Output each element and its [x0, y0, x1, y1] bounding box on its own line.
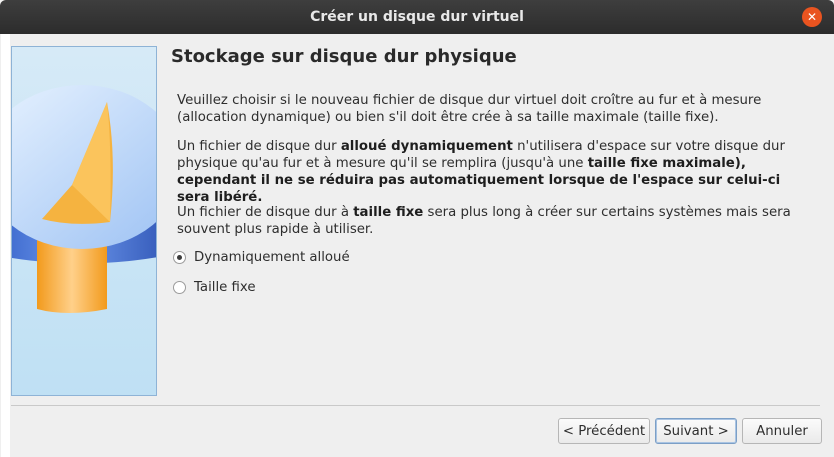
- left-edge: [1, 34, 10, 457]
- page-title: Stockage sur disque dur physique: [171, 46, 517, 67]
- dynamic-desc-bold1: alloué dynamiquement: [340, 139, 513, 154]
- close-button[interactable]: ✕: [802, 7, 822, 27]
- radio-dynamic-indicator[interactable]: [173, 251, 186, 264]
- radio-dynamic-label: Dynamiquement alloué: [194, 250, 350, 265]
- next-button[interactable]: Suivant >: [655, 418, 737, 444]
- radio-fixed[interactable]: Taille fixe: [173, 280, 256, 295]
- disk-illustration-icon: [12, 85, 156, 313]
- radio-fixed-label: Taille fixe: [194, 280, 256, 295]
- fixed-desc-part1: Un fichier de disque dur à: [177, 205, 354, 220]
- button-separator: [11, 405, 820, 406]
- wizard-banner: [11, 46, 157, 396]
- title-bar: Créer un disque dur virtuel ✕: [0, 0, 834, 34]
- fixed-description: Un fichier de disque dur à taille fixe s…: [177, 204, 817, 238]
- dynamic-desc-part1: Un fichier de disque dur: [177, 139, 341, 154]
- previous-button[interactable]: < Précédent: [558, 418, 650, 444]
- radio-fixed-indicator[interactable]: [173, 281, 186, 294]
- window-title: Créer un disque dur virtuel: [310, 9, 524, 25]
- radio-dynamic[interactable]: Dynamiquement alloué: [173, 250, 350, 265]
- close-icon: ✕: [806, 10, 818, 24]
- wizard-dialog: Stockage sur disque dur physique Veuille…: [0, 34, 834, 457]
- cancel-button[interactable]: Annuler: [742, 418, 822, 444]
- dynamic-description: Un fichier de disque dur alloué dynamiqu…: [177, 138, 817, 206]
- intro-text: Veuillez choisir si le nouveau fichier d…: [177, 93, 762, 125]
- fixed-desc-bold1: taille fixe: [353, 205, 424, 220]
